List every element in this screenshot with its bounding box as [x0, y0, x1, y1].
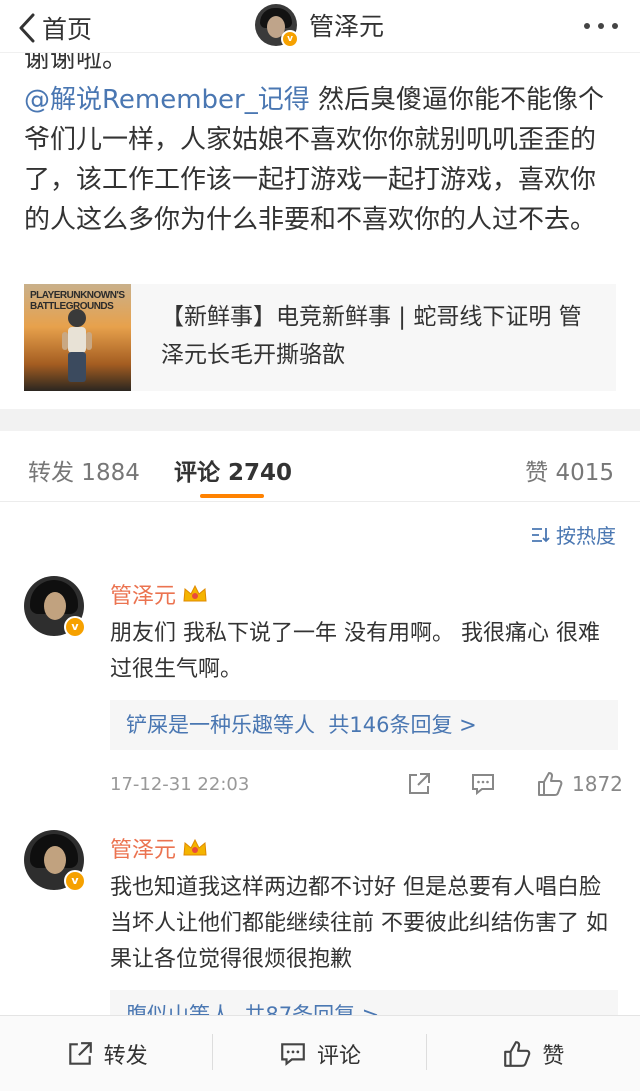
comment-author-label: 管泽元	[110, 584, 177, 609]
comment-timestamp: 17-12-31 22:03	[110, 774, 250, 795]
nav-user-name: 管泽元	[309, 12, 385, 41]
repost-button[interactable]: 转发	[0, 1016, 214, 1091]
sort-icon	[532, 527, 550, 542]
reply-users: 铲屎是一种乐趣等人	[126, 713, 315, 737]
share-icon[interactable]	[406, 771, 432, 797]
more-options-icon[interactable]	[584, 23, 618, 29]
back-label: 首页	[42, 15, 93, 44]
card-title: 【新鲜事】电竞新鲜事 | 蛇哥线下证明 管泽元长毛开撕骆歆	[161, 304, 582, 368]
comment-author-name[interactable]: 管泽元	[110, 578, 208, 610]
nav-user[interactable]: v 管泽元	[255, 4, 385, 48]
share-icon	[68, 1041, 92, 1065]
like-button[interactable]: 赞	[427, 1016, 640, 1091]
mention-link[interactable]: @解说Remember_记得	[24, 85, 310, 115]
replies-summary[interactable]: 铲屎是一种乐趣等人 共146条回复 >	[110, 700, 618, 750]
verified-badge-icon: v	[64, 870, 86, 892]
like-thumb-icon	[504, 1040, 531, 1067]
vip-crown-icon	[183, 584, 207, 602]
tab-repost[interactable]: 转发 1884	[28, 453, 140, 487]
sort-label: 按热度	[556, 524, 616, 548]
card-thumbnail: PLAYERUNKNOWN'S BATTLEGROUNDS	[24, 284, 131, 391]
comment-author-name[interactable]: 管泽元	[110, 832, 208, 864]
chevron-left-icon	[19, 13, 35, 43]
post-body: 谢谢啦。 @解说Remember_记得 然后臭傻逼你能不能像个爷们儿一样，人家姑…	[24, 48, 624, 391]
comment-actions: 1872	[406, 770, 623, 798]
reply-count: 共146条回复 >	[328, 713, 477, 737]
comment-icon[interactable]	[470, 771, 496, 797]
vip-crown-icon	[183, 838, 207, 856]
like-thumb-icon[interactable]	[536, 770, 564, 798]
section-divider	[0, 409, 640, 431]
repost-label: 转发	[103, 1043, 148, 1069]
avatar[interactable]: v	[24, 830, 86, 892]
soldier-figure-icon	[62, 309, 92, 382]
verified-badge-icon: v	[64, 616, 86, 638]
comment-author-label: 管泽元	[110, 838, 177, 863]
post-text: @解说Remember_记得 然后臭傻逼你能不能像个爷们儿一样，人家姑娘不喜欢你…	[24, 80, 614, 240]
avatar[interactable]: v	[255, 4, 299, 48]
top-nav-bar: 首页 v 管泽元	[0, 0, 640, 53]
bottom-action-bar: 转发 评论 赞	[0, 1015, 640, 1091]
avatar[interactable]: v	[24, 576, 86, 638]
comment-button[interactable]: 评论	[213, 1016, 427, 1091]
verified-badge-icon: v	[281, 30, 299, 48]
comment-label: 评论	[316, 1043, 361, 1069]
interaction-tabs: 转发 1884 评论 2740 赞 4015	[0, 431, 640, 502]
sort-button[interactable]: 按热度	[530, 520, 616, 549]
tab-like[interactable]: 赞 4015	[525, 453, 614, 487]
like-label: 赞	[542, 1043, 565, 1069]
like-count: 1872	[572, 772, 623, 796]
active-tab-indicator	[200, 494, 264, 498]
link-card[interactable]: PLAYERUNKNOWN'S BATTLEGROUNDS 【新鲜事】电竞新鲜事…	[24, 284, 616, 391]
back-button[interactable]: 首页	[18, 10, 92, 46]
comment-text: 朋友们 我私下说了一年 没有用啊。 我很痛心 很难过很生气啊。	[110, 621, 600, 682]
comment-text: 我也知道我这样两边都不讨好 但是总要有人唱白脸当坏人让他们都能继续往前 不要彼此…	[110, 875, 608, 972]
comment-icon	[281, 1042, 305, 1066]
tab-comment[interactable]: 评论 2740	[174, 453, 292, 487]
